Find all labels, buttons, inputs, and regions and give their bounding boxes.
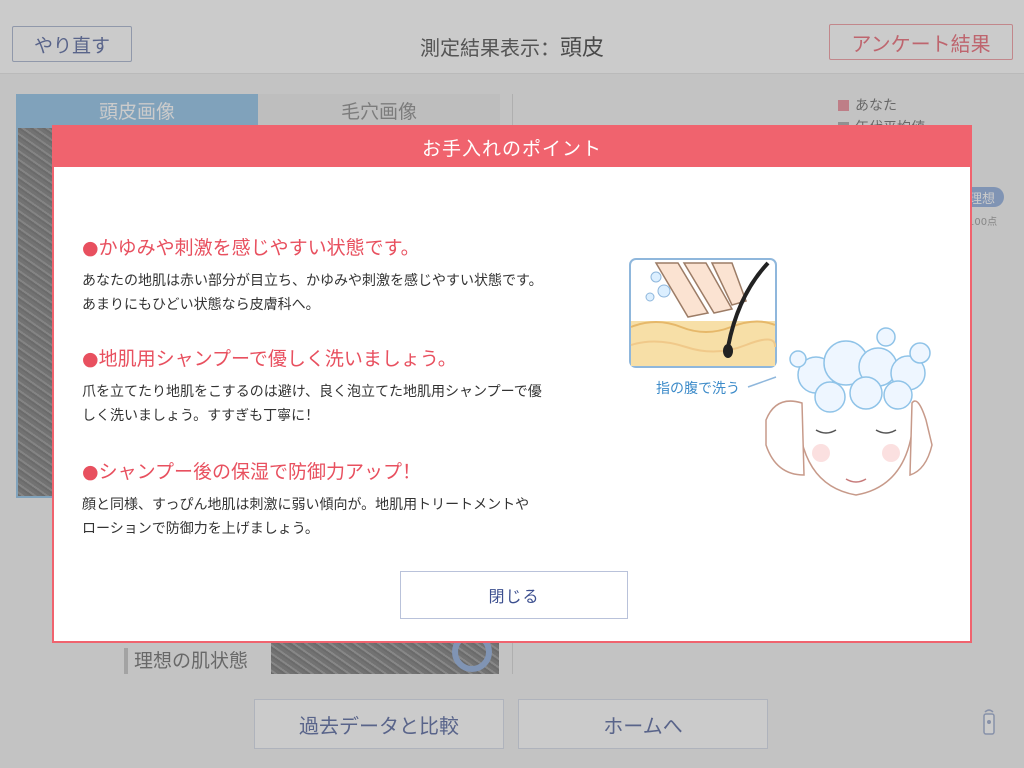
tip-body: 爪を立てたり地肌をこするのは避け、良く泡立てた地肌用シャンプーで優 しく洗いましょ… <box>82 380 602 428</box>
shampoo-illustration: 指の腹で洗う <box>629 258 933 496</box>
dialog-title: お手入れのポイント <box>54 127 970 167</box>
tip-item: ●シャンプー後の保湿で防御力アップ！ 顔と同様、すっぴん地肌は刺激に弱い傾向が。… <box>82 457 602 541</box>
tip-heading: ●地肌用シャンプーで優しく洗いましょう。 <box>82 348 457 370</box>
tip-heading: ●シャンプー後の保湿で防御力アップ！ <box>82 461 422 483</box>
close-button[interactable]: 閉じる <box>400 571 628 619</box>
tip-body: 顔と同様、すっぴん地肌は刺激に弱い傾向が。地肌用トリートメントや ローションで防御… <box>82 493 602 541</box>
care-tips-dialog: お手入れのポイント ●かゆみや刺激を感じやすい状態です。 あなたの地肌は赤い部分… <box>52 125 972 643</box>
tip-body-line: 顔と同様、すっぴん地肌は刺激に弱い傾向が。地肌用トリートメントや <box>82 497 530 513</box>
tip-body: あなたの地肌は赤い部分が目立ち、かゆみや刺激を感じやすい状態です。 あまりにもひど… <box>82 269 602 317</box>
tip-body-line: あまりにもひどい状態なら皮膚科へ。 <box>82 297 320 313</box>
tip-body-line: 爪を立てたり地肌をこするのは避け、良く泡立てた地肌用シャンプーで優 <box>82 384 542 400</box>
illustration-caption: 指の腹で洗う <box>656 380 740 397</box>
tip-item: ●かゆみや刺激を感じやすい状態です。 あなたの地肌は赤い部分が目立ち、かゆみや刺… <box>82 233 602 317</box>
tip-body-line: ローションで防御力を上げましょう。 <box>82 521 319 537</box>
tip-body-line: あなたの地肌は赤い部分が目立ち、かゆみや刺激を感じやすい状態です。 <box>82 273 543 289</box>
tip-item: ●地肌用シャンプーで優しく洗いましょう。 爪を立てたり地肌をこするのは避け、良く… <box>82 344 602 428</box>
tip-heading: ●かゆみや刺激を感じやすい状態です。 <box>82 237 420 259</box>
tip-body-line: しく洗いましょう。すすぎも丁寧に！ <box>82 408 320 424</box>
